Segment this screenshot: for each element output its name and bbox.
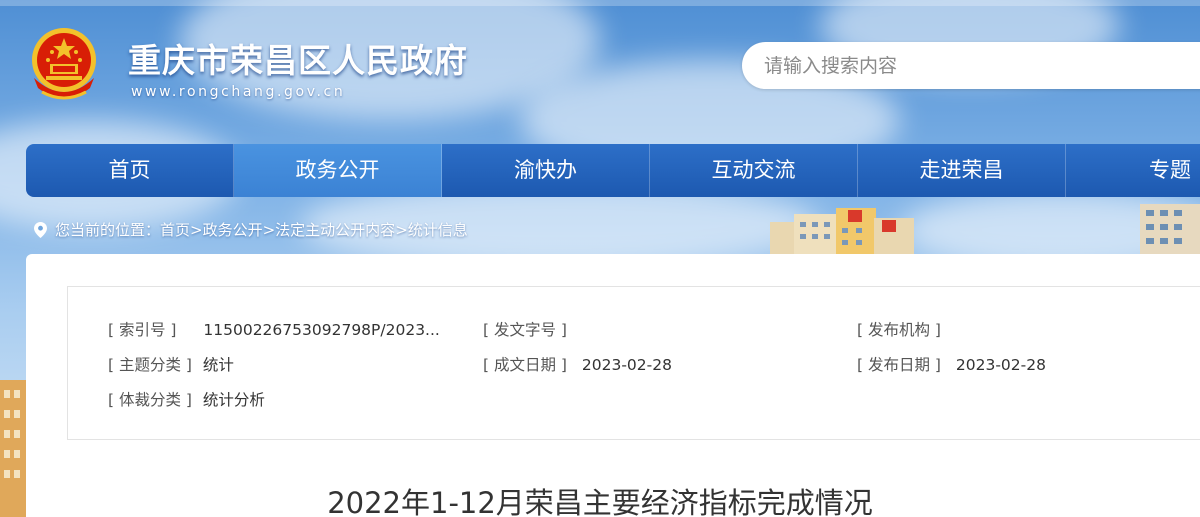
breadcrumb-statistics[interactable]: >统计信息 [395,219,468,240]
nav-item-interaction[interactable]: 互动交流 [650,144,858,197]
main-nav: 首页 政务公开 渝快办 互动交流 走进荣昌 专题 [26,144,1200,197]
nav-item-government-affairs[interactable]: 政务公开 [234,144,442,197]
meta-genre: [ 体裁分类 ] 统计分析 [108,388,265,410]
meta-label: [ 主题分类 ] [108,356,192,374]
meta-label: [ 索引号 ] [108,321,177,339]
site-title[interactable]: 重庆市荣昌区人民政府 [128,34,468,82]
meta-value: 2023-02-28 [955,356,1046,374]
article-title: 2022年1-12月荣昌主要经济指标完成情况 [327,486,873,517]
meta-created-date: [ 成文日期 ] 2023-02-28 [483,353,672,375]
breadcrumb-home[interactable]: 首页 [160,219,190,240]
meta-value: 11500226753092798P/2023... [203,321,440,339]
meta-value: 统计 [202,356,234,374]
buildings-illustration [770,208,914,256]
tower-illustration [1140,204,1200,256]
nav-item-home[interactable]: 首页 [26,144,234,197]
meta-index-no: [ 索引号 ] 11500226753092798P/2023... [108,318,440,340]
meta-value: 统计分析 [202,391,265,409]
top-utility-strip [0,0,1200,6]
search-input[interactable] [764,42,1194,89]
meta-label: [ 发布日期 ] [857,356,941,374]
meta-topic: [ 主题分类 ] 统计 [108,353,234,375]
nav-item-special-topics[interactable]: 专题 [1066,144,1200,197]
breadcrumb-statutory-disclosure[interactable]: >法定主动公开内容 [263,219,396,240]
site-url[interactable]: www.rongchang.gov.cn [131,84,345,100]
meta-label: [ 发布机构 ] [857,321,941,339]
meta-publisher: [ 发布机构 ] [857,318,953,340]
breadcrumb: 您当前的位置： 首页 >政务公开 >法定主动公开内容 >统计信息 [34,219,468,240]
nav-item-about-rongchang[interactable]: 走进荣昌 [858,144,1066,197]
breadcrumb-prefix: 您当前的位置： [55,221,161,239]
national-emblem-logo[interactable] [28,26,100,102]
nav-item-yukuaiban[interactable]: 渝快办 [442,144,650,197]
search-box [742,42,1200,89]
meta-label: [ 发文字号 ] [483,321,567,339]
location-pin-icon [34,221,47,238]
meta-label: [ 体裁分类 ] [108,391,192,409]
meta-label: [ 成文日期 ] [483,356,567,374]
meta-published-date: [ 发布日期 ] 2023-02-28 [857,353,1046,375]
meta-doc-no: [ 发文字号 ] [483,318,579,340]
document-meta-table: [ 索引号 ] 11500226753092798P/2023... [ 发文字… [67,286,1200,440]
meta-value: 2023-02-28 [581,356,672,374]
breadcrumb-government-affairs[interactable]: >政务公开 [190,219,263,240]
